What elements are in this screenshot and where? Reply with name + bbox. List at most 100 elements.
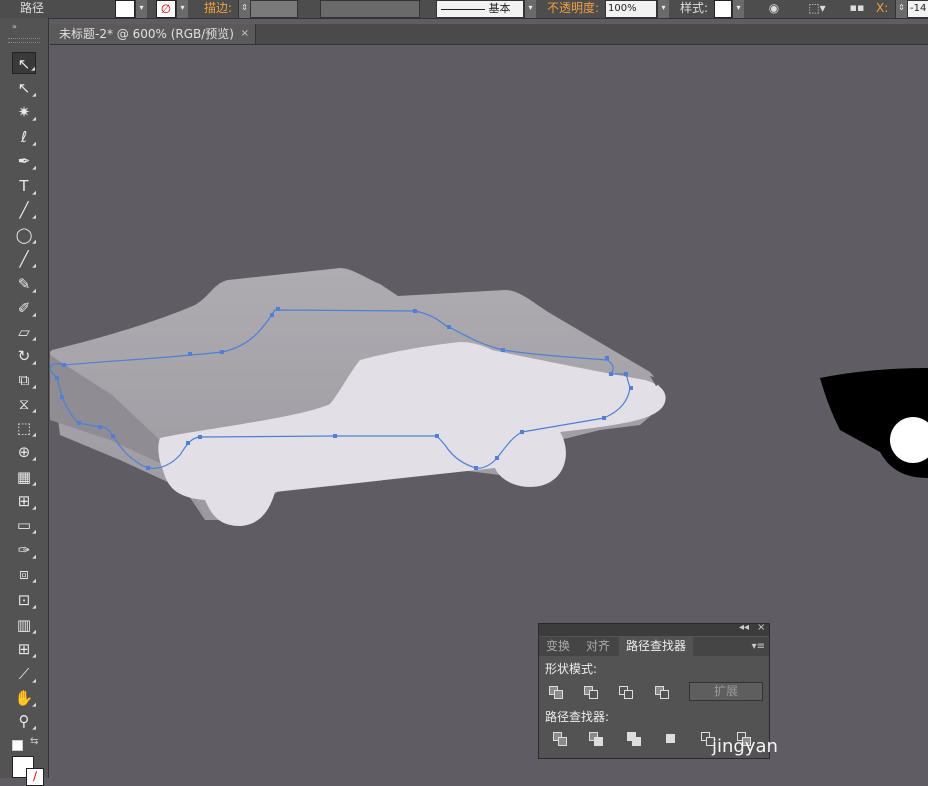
line-tool-icon[interactable]: ╱ ◢: [12, 199, 36, 221]
crop-button[interactable]: [664, 732, 682, 748]
default-colors-icon[interactable]: [12, 740, 23, 751]
eyedropper-tool-icon[interactable]: ✑ ◢: [12, 539, 36, 561]
blob-brush-tool-icon[interactable]: ✐ ◢: [12, 297, 36, 319]
align-options-icon[interactable]: ⬚▾: [804, 0, 830, 18]
direct-selection-tool-icon[interactable]: ↖ ◢: [12, 77, 36, 99]
rotate-tool-icon[interactable]: ↻ ◢: [12, 345, 36, 367]
stroke-weight-stepper-icon[interactable]: ⇕: [238, 0, 250, 18]
anchor-point[interactable]: [520, 430, 524, 434]
anchor-point[interactable]: [501, 348, 505, 352]
expand-button[interactable]: 扩展: [689, 682, 763, 701]
anchor-point[interactable]: [188, 352, 192, 356]
anchor-point[interactable]: [55, 376, 59, 380]
anchor-point[interactable]: [111, 434, 115, 438]
column-graph-tool-icon[interactable]: ▥ ◢: [12, 614, 36, 636]
opacity-input[interactable]: 100%: [605, 0, 657, 18]
anchor-point[interactable]: [333, 434, 337, 438]
reference-point-icon[interactable]: ▪▪: [846, 0, 868, 18]
fill-dropdown-icon[interactable]: ▾: [135, 0, 147, 18]
tab-pathfinder[interactable]: 路径查找器: [619, 637, 694, 656]
pen-tool-icon[interactable]: ✒ ◢: [12, 150, 36, 172]
anchor-point[interactable]: [413, 309, 417, 313]
anchor-point[interactable]: [60, 395, 64, 399]
scale-tool-icon[interactable]: ⧉ ◢: [12, 369, 36, 391]
stroke-none-color-icon[interactable]: ∕: [26, 768, 44, 786]
anchor-point[interactable]: [270, 313, 274, 317]
tab-transform[interactable]: 变换: [539, 637, 577, 656]
anchor-point[interactable]: [98, 425, 102, 429]
stroke-style-select[interactable]: 基本: [436, 0, 524, 18]
anchor-point[interactable]: [198, 435, 202, 439]
lasso-tool-icon[interactable]: ℓ ◢: [12, 126, 36, 148]
collapse-panel-icon[interactable]: ◂◂: [739, 622, 749, 633]
x-stepper-icon[interactable]: ⇕: [895, 0, 907, 18]
close-panel-icon[interactable]: ×: [757, 622, 765, 633]
anchor-point[interactable]: [605, 356, 609, 360]
type-tool-icon[interactable]: T ◢: [12, 175, 36, 197]
zoom-tool-icon[interactable]: ⚲ ◢: [12, 710, 37, 732]
selection-tool-icon[interactable]: ↖ ◢: [12, 52, 36, 74]
trim-button[interactable]: [589, 732, 607, 748]
exclude-button[interactable]: [655, 684, 673, 700]
close-tab-icon[interactable]: ×: [241, 24, 249, 44]
shape-builder-tool-icon[interactable]: ⊕ ◢: [12, 441, 36, 463]
anchor-point[interactable]: [609, 372, 613, 376]
panel-menu-icon[interactable]: ▾≡: [752, 637, 765, 656]
stroke-none-swatch-icon[interactable]: ∅: [156, 0, 176, 18]
recolor-artwork-icon[interactable]: ◉: [764, 0, 784, 18]
anchor-point[interactable]: [447, 325, 451, 329]
opacity-dropdown-icon[interactable]: ▾: [657, 0, 669, 18]
anchor-point[interactable]: [629, 386, 633, 390]
pencil-tool-icon[interactable]: ✎ ◢: [12, 273, 36, 295]
free-transform-tool-icon[interactable]: ⬚ ◢: [12, 417, 36, 439]
anchor-point[interactable]: [602, 416, 606, 420]
ellipse-tool-icon[interactable]: ◯ ◢: [12, 224, 36, 246]
eraser-tool-icon[interactable]: ▱ ◢: [12, 321, 36, 343]
swap-colors-icon[interactable]: ⇆: [30, 736, 38, 747]
width-tool-icon[interactable]: ⧖ ◢: [12, 393, 36, 415]
panel-grip[interactable]: [8, 38, 40, 43]
anchor-point[interactable]: [495, 456, 499, 460]
anchor-point[interactable]: [435, 434, 439, 438]
document-tab[interactable]: 未标题-2* @ 600% (RGB/预览) ×: [50, 24, 256, 44]
opacity-label[interactable]: 不透明度:: [547, 0, 601, 18]
anchor-points-layer[interactable]: [49, 45, 928, 778]
stroke-weight-input[interactable]: [250, 0, 298, 18]
divide-button[interactable]: [553, 732, 571, 748]
merge-button[interactable]: [627, 732, 645, 748]
unite-button[interactable]: [549, 684, 567, 700]
magic-wand-tool-icon[interactable]: ✷ ◢: [12, 101, 36, 123]
graphic-style-swatch[interactable]: [714, 0, 732, 18]
hand-tool-icon[interactable]: ✋ ◢: [12, 687, 36, 709]
anchor-point[interactable]: [220, 350, 224, 354]
anchor-point[interactable]: [624, 372, 628, 376]
graphic-style-dropdown-icon[interactable]: ▾: [732, 0, 744, 18]
anchor-point[interactable]: [146, 466, 150, 470]
minus-front-button[interactable]: [584, 684, 602, 700]
slice-tool-icon[interactable]: ⟋ ◢: [12, 663, 36, 685]
gradient-tool-icon[interactable]: ▭ ◢: [12, 514, 36, 536]
symbol-sprayer-tool-icon[interactable]: ⊡ ◢: [12, 589, 36, 611]
artboard-tool-icon[interactable]: ⊞ ◢: [12, 638, 36, 660]
anchor-point[interactable]: [276, 307, 280, 311]
mesh-tool-icon[interactable]: ⊞ ◢: [12, 490, 36, 512]
anchor-point[interactable]: [62, 363, 66, 367]
x-label[interactable]: X:: [876, 0, 890, 18]
stroke-style-dropdown-icon[interactable]: ▾: [524, 0, 536, 18]
anchor-point[interactable]: [77, 421, 81, 425]
paintbrush-tool-icon[interactable]: ╱ ◢: [12, 248, 36, 270]
tab-align[interactable]: 对齐: [579, 637, 617, 656]
artboard-canvas[interactable]: [49, 45, 928, 778]
fill-swatch[interactable]: [115, 0, 135, 18]
panel-header[interactable]: ◂◂ ×: [539, 622, 769, 636]
perspective-grid-tool-icon[interactable]: ▦ ◢: [12, 466, 36, 488]
expand-panel-icon[interactable]: »: [12, 22, 17, 31]
stroke-label[interactable]: 描边:: [204, 0, 240, 18]
variable-width-select[interactable]: [320, 0, 420, 18]
anchor-point[interactable]: [186, 441, 190, 445]
intersect-button[interactable]: [619, 684, 637, 700]
anchor-point[interactable]: [474, 466, 478, 470]
blend-tool-icon[interactable]: ⧈ ◢: [12, 563, 36, 585]
stroke-dropdown-icon[interactable]: ▾: [176, 0, 188, 18]
x-input[interactable]: -14: [907, 0, 928, 18]
